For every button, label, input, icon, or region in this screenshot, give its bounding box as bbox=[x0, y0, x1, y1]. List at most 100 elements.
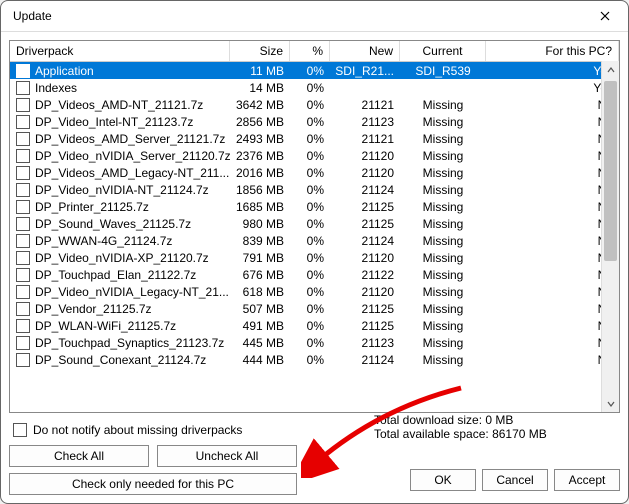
table-row[interactable]: DP_Video_nVIDIA-XP_21120.7z791 MB0%21120… bbox=[10, 249, 619, 266]
row-percent: 0% bbox=[290, 62, 330, 79]
row-checkbox[interactable] bbox=[16, 217, 30, 231]
row-percent: 0% bbox=[290, 283, 330, 300]
row-current: Missing bbox=[400, 164, 486, 181]
row-new: 21124 bbox=[330, 181, 400, 198]
uncheck-all-button[interactable]: Uncheck All bbox=[157, 445, 297, 467]
row-forthispc: No bbox=[486, 249, 619, 266]
table-row[interactable]: DP_Videos_AMD_Legacy-NT_211...2016 MB0%2… bbox=[10, 164, 619, 181]
col-header-size[interactable]: Size bbox=[230, 41, 290, 61]
row-percent: 0% bbox=[290, 130, 330, 147]
row-checkbox[interactable] bbox=[16, 64, 30, 78]
check-needed-button[interactable]: Check only needed for this PC bbox=[9, 473, 297, 495]
row-checkbox[interactable] bbox=[16, 319, 30, 333]
table-row[interactable]: DP_Vendor_21125.7z507 MB0%21125MissingNo bbox=[10, 300, 619, 317]
col-header-name[interactable]: Driverpack bbox=[10, 41, 230, 61]
row-current: Missing bbox=[400, 283, 486, 300]
table-row[interactable]: DP_Printer_21125.7z1685 MB0%21125Missing… bbox=[10, 198, 619, 215]
table-row[interactable]: Application11 MB0%SDI_R21...SDI_R539Yes bbox=[10, 62, 619, 79]
row-size: 618 MB bbox=[230, 283, 290, 300]
row-checkbox[interactable] bbox=[16, 302, 30, 316]
row-size: 2376 MB bbox=[230, 147, 290, 164]
row-current: Missing bbox=[400, 147, 486, 164]
list-rows: Application11 MB0%SDI_R21...SDI_R539YesI… bbox=[10, 62, 619, 412]
row-percent: 0% bbox=[290, 181, 330, 198]
table-row[interactable]: DP_Sound_Conexant_21124.7z444 MB0%21124M… bbox=[10, 351, 619, 368]
table-row[interactable]: DP_WLAN-WiFi_21125.7z491 MB0%21125Missin… bbox=[10, 317, 619, 334]
table-row[interactable]: DP_WWAN-4G_21124.7z839 MB0%21124MissingN… bbox=[10, 232, 619, 249]
row-percent: 0% bbox=[290, 300, 330, 317]
row-name: DP_Sound_Waves_21125.7z bbox=[35, 217, 191, 231]
table-row[interactable]: DP_Videos_AMD-NT_21121.7z3642 MB0%21121M… bbox=[10, 96, 619, 113]
row-name: DP_Videos_AMD-NT_21121.7z bbox=[35, 98, 203, 112]
scroll-up-button[interactable] bbox=[602, 61, 619, 78]
row-name: DP_WLAN-WiFi_21125.7z bbox=[35, 319, 176, 333]
row-checkbox[interactable] bbox=[16, 98, 30, 112]
row-checkbox[interactable] bbox=[16, 285, 30, 299]
row-forthispc: No bbox=[486, 181, 619, 198]
table-row[interactable]: DP_Video_nVIDIA_Legacy-NT_21...618 MB0%2… bbox=[10, 283, 619, 300]
chevron-up-icon bbox=[607, 66, 615, 74]
scroll-thumb[interactable] bbox=[604, 81, 617, 261]
close-button[interactable] bbox=[590, 5, 620, 27]
close-icon bbox=[600, 11, 610, 21]
row-percent: 0% bbox=[290, 351, 330, 368]
row-new: 21123 bbox=[330, 334, 400, 351]
row-forthispc: No bbox=[486, 232, 619, 249]
table-row[interactable]: DP_Sound_Waves_21125.7z980 MB0%21125Miss… bbox=[10, 215, 619, 232]
row-checkbox[interactable] bbox=[16, 115, 30, 129]
row-checkbox[interactable] bbox=[16, 353, 30, 367]
table-row[interactable]: DP_Video_nVIDIA-NT_21124.7z1856 MB0%2112… bbox=[10, 181, 619, 198]
vertical-scrollbar[interactable] bbox=[601, 61, 619, 412]
col-header-current[interactable]: Current bbox=[400, 41, 486, 61]
row-size: 491 MB bbox=[230, 317, 290, 334]
driverpack-list: Driverpack Size % New Current For this P… bbox=[9, 40, 620, 413]
row-name: DP_WWAN-4G_21124.7z bbox=[35, 234, 172, 248]
table-row[interactable]: Indexes14 MB0%Yes bbox=[10, 79, 619, 96]
notify-label: Do not notify about missing driverpacks bbox=[33, 423, 242, 437]
row-forthispc: No bbox=[486, 266, 619, 283]
row-checkbox[interactable] bbox=[16, 234, 30, 248]
row-checkbox[interactable] bbox=[16, 336, 30, 350]
row-checkbox[interactable] bbox=[16, 149, 30, 163]
row-name: DP_Video_nVIDIA-XP_21120.7z bbox=[35, 251, 209, 265]
table-row[interactable]: DP_Touchpad_Elan_21122.7z676 MB0%21122Mi… bbox=[10, 266, 619, 283]
table-row[interactable]: DP_Video_Intel-NT_21123.7z2856 MB0%21123… bbox=[10, 113, 619, 130]
row-size: 1685 MB bbox=[230, 198, 290, 215]
notify-checkbox[interactable] bbox=[13, 423, 27, 437]
cancel-button[interactable]: Cancel bbox=[482, 469, 548, 491]
table-row[interactable]: DP_Videos_AMD_Server_21121.7z2493 MB0%21… bbox=[10, 130, 619, 147]
scroll-down-button[interactable] bbox=[602, 395, 619, 412]
check-all-button[interactable]: Check All bbox=[9, 445, 149, 467]
row-current: SDI_R539 bbox=[400, 62, 486, 79]
row-checkbox[interactable] bbox=[16, 166, 30, 180]
row-checkbox[interactable] bbox=[16, 200, 30, 214]
row-forthispc: No bbox=[486, 147, 619, 164]
row-percent: 0% bbox=[290, 79, 330, 96]
row-percent: 0% bbox=[290, 147, 330, 164]
row-name: DP_Videos_AMD_Legacy-NT_211... bbox=[35, 166, 229, 180]
accept-button[interactable]: Accept bbox=[554, 469, 620, 491]
row-size: 3642 MB bbox=[230, 96, 290, 113]
col-header-percent[interactable]: % bbox=[290, 41, 330, 61]
row-checkbox[interactable] bbox=[16, 268, 30, 282]
row-current: Missing bbox=[400, 334, 486, 351]
row-forthispc: No bbox=[486, 96, 619, 113]
ok-button[interactable]: OK bbox=[410, 469, 476, 491]
row-checkbox[interactable] bbox=[16, 251, 30, 265]
row-checkbox[interactable] bbox=[16, 81, 30, 95]
row-checkbox[interactable] bbox=[16, 132, 30, 146]
update-dialog: Update Driverpack Size % New Current For… bbox=[0, 0, 629, 504]
row-new: 21125 bbox=[330, 198, 400, 215]
table-row[interactable]: DP_Touchpad_Synaptics_21123.7z445 MB0%21… bbox=[10, 334, 619, 351]
row-forthispc: Yes bbox=[486, 79, 619, 96]
table-row[interactable]: DP_Video_nVIDIA_Server_21120.7z2376 MB0%… bbox=[10, 147, 619, 164]
stats-text: Total download size: 0 MB Total availabl… bbox=[374, 413, 547, 441]
row-size: 839 MB bbox=[230, 232, 290, 249]
row-name: DP_Printer_21125.7z bbox=[35, 200, 149, 214]
col-header-new[interactable]: New bbox=[330, 41, 400, 61]
row-new bbox=[330, 79, 400, 96]
row-checkbox[interactable] bbox=[16, 183, 30, 197]
col-header-forthispc[interactable]: For this PC? bbox=[486, 41, 619, 61]
column-headers: Driverpack Size % New Current For this P… bbox=[10, 41, 619, 62]
left-buttons: Check All Uncheck All Check only needed … bbox=[9, 445, 297, 495]
